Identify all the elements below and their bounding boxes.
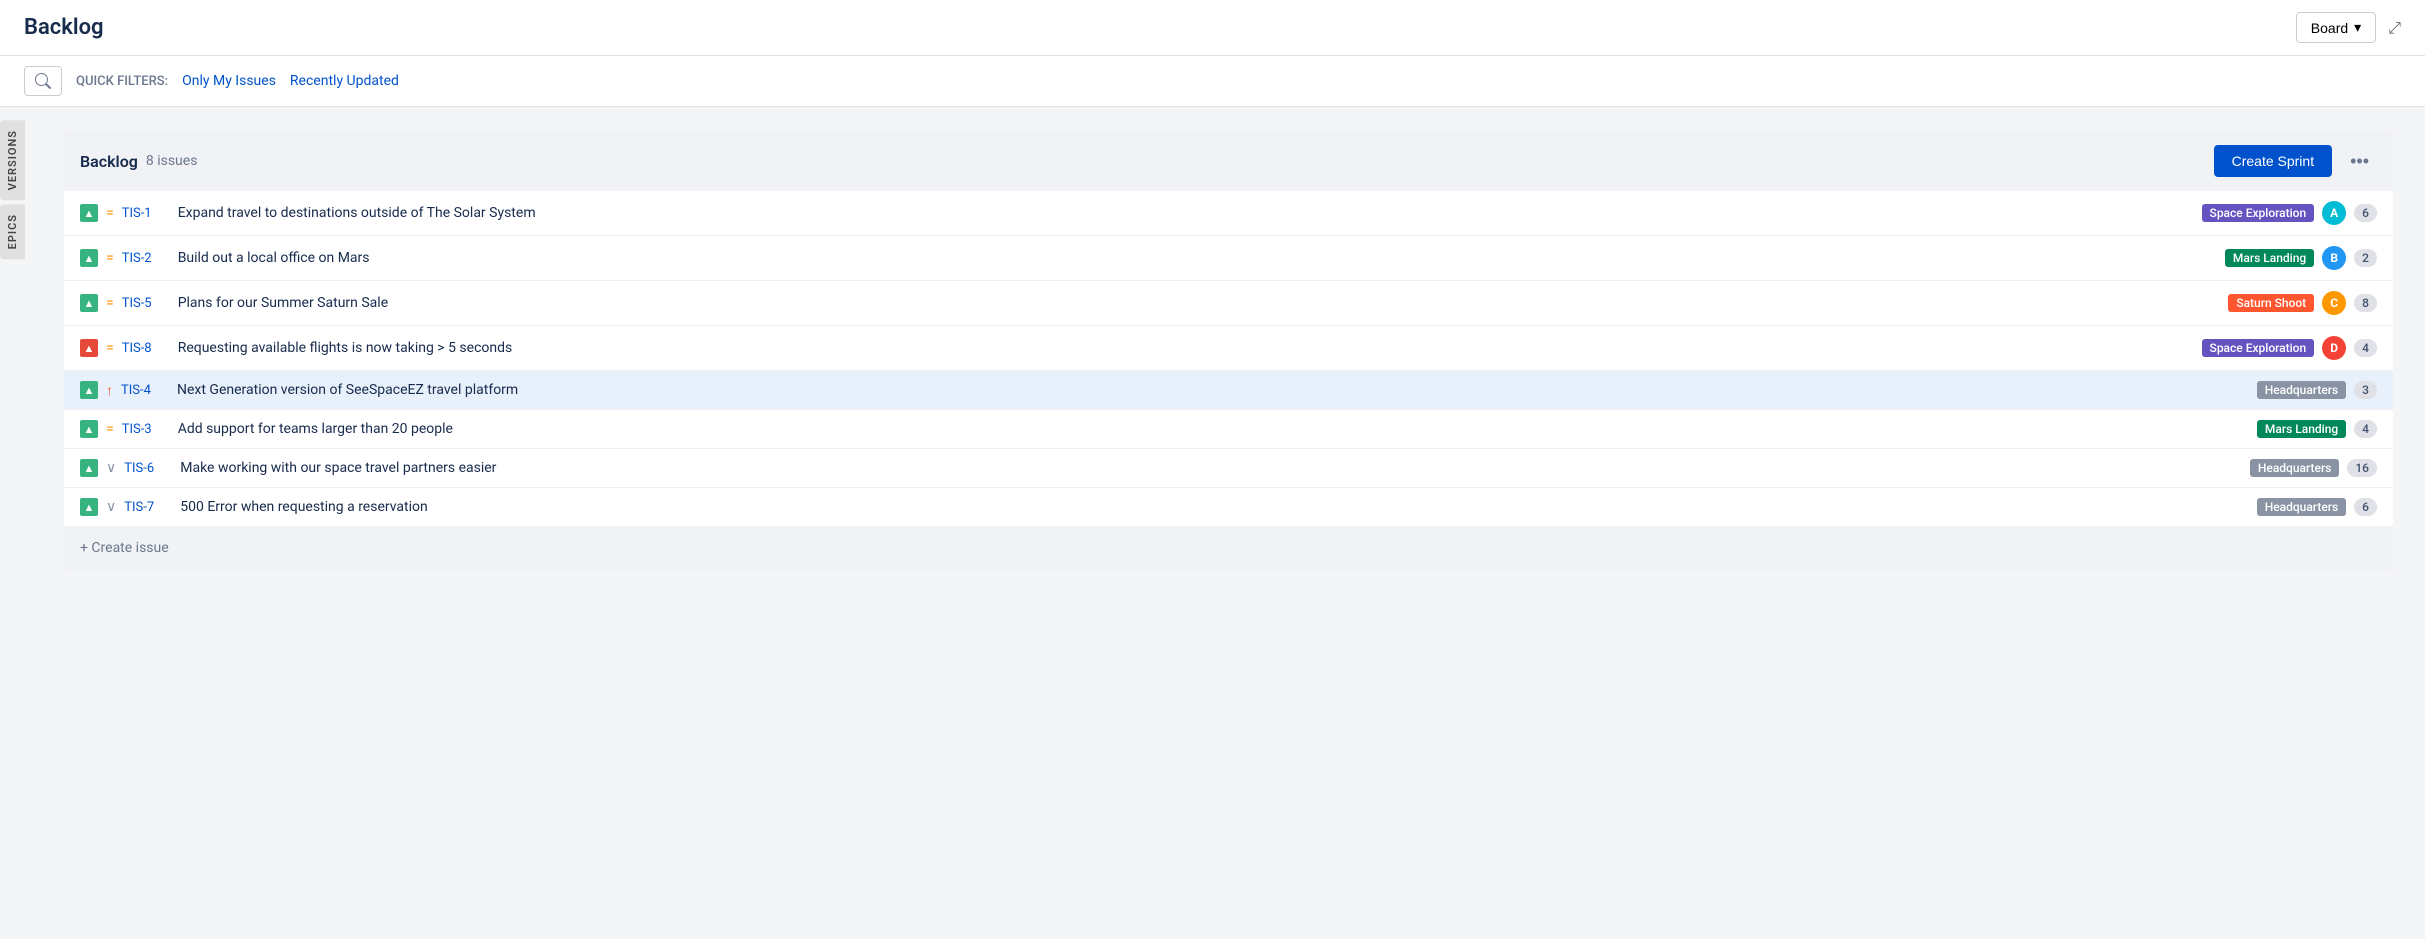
- story-points: 6: [2354, 498, 2377, 516]
- epic-tag[interactable]: Mars Landing: [2257, 420, 2346, 438]
- issue-meta: Headquarters 16: [2250, 459, 2377, 477]
- priority-high-icon: ↑: [106, 382, 113, 399]
- avatar: B: [2322, 246, 2346, 270]
- table-row: ▲ = TIS-1 Expand travel to destinations …: [64, 191, 2393, 236]
- issue-id[interactable]: TIS-2: [122, 251, 170, 266]
- issue-meta: Space Exploration A 6: [2202, 201, 2377, 225]
- epics-tab[interactable]: EPICS: [0, 204, 25, 259]
- story-points: 2: [2354, 249, 2377, 267]
- epic-tag[interactable]: Saturn Shoot: [2228, 294, 2314, 312]
- issue-type-story-icon: ▲: [80, 498, 98, 516]
- page-title: Backlog: [24, 15, 104, 40]
- priority-medium-icon: =: [106, 295, 114, 311]
- story-points: 4: [2354, 420, 2377, 438]
- story-points: 4: [2354, 339, 2377, 357]
- backlog-header-left: Backlog 8 issues: [80, 152, 197, 171]
- issue-type-story-icon: ▲: [80, 381, 98, 399]
- epic-tag[interactable]: Mars Landing: [2225, 249, 2314, 267]
- priority-medium-icon: =: [106, 250, 114, 266]
- issue-id[interactable]: TIS-1: [122, 206, 170, 221]
- table-row: ▲ = TIS-2 Build out a local office on Ma…: [64, 236, 2393, 281]
- epic-tag[interactable]: Space Exploration: [2202, 339, 2315, 357]
- table-row: ▲ ↑ TIS-4 Next Generation version of See…: [64, 371, 2393, 410]
- more-options-button[interactable]: •••: [2342, 147, 2377, 176]
- backlog-header-right: Create Sprint •••: [2214, 145, 2377, 177]
- create-sprint-button[interactable]: Create Sprint: [2214, 145, 2332, 177]
- table-row: ▲ = TIS-3 Add support for teams larger t…: [64, 410, 2393, 449]
- quick-filters-label: QUICK FILTERS:: [76, 74, 168, 89]
- create-issue-link[interactable]: + Create issue: [64, 526, 2393, 570]
- issue-id[interactable]: TIS-3: [122, 422, 170, 437]
- issue-type-story-icon: ▲: [80, 294, 98, 312]
- epic-tag[interactable]: Space Exploration: [2202, 204, 2315, 222]
- priority-medium-icon: =: [106, 205, 114, 221]
- epic-tag[interactable]: Headquarters: [2257, 498, 2346, 516]
- issue-title: Plans for our Summer Saturn Sale: [178, 295, 2221, 311]
- issue-type-story-icon: ▲: [80, 459, 98, 477]
- expand-icon[interactable]: ⤢: [2388, 18, 2401, 38]
- issue-meta: Saturn Shoot C 8: [2228, 291, 2377, 315]
- recently-updated-filter[interactable]: Recently Updated: [290, 73, 399, 89]
- issue-id[interactable]: TIS-7: [124, 500, 172, 515]
- table-row: ▲ = TIS-8 Requesting available flights i…: [64, 326, 2393, 371]
- story-points: 6: [2354, 204, 2377, 222]
- backlog-header: Backlog 8 issues Create Sprint •••: [64, 131, 2393, 191]
- issue-title: Requesting available flights is now taki…: [178, 340, 2194, 356]
- issue-meta: Mars Landing B 2: [2225, 246, 2377, 270]
- issue-id[interactable]: TIS-8: [122, 341, 170, 356]
- issue-type-story-icon: ▲: [80, 249, 98, 267]
- table-row: ▲ = TIS-5 Plans for our Summer Saturn Sa…: [64, 281, 2393, 326]
- story-points: 16: [2347, 459, 2377, 477]
- issue-title: Next Generation version of SeeSpaceEZ tr…: [177, 382, 2249, 398]
- priority-low-icon: ∨: [106, 499, 116, 515]
- versions-tab[interactable]: VERSIONS: [0, 120, 25, 200]
- issue-meta: Space Exploration D 4: [2202, 336, 2377, 360]
- issue-id[interactable]: TIS-6: [124, 461, 172, 476]
- avatar: D: [2322, 336, 2346, 360]
- table-row: ▲ ∨ TIS-7 500 Error when requesting a re…: [64, 488, 2393, 526]
- top-bar: Backlog Board ▾ ⤢: [0, 0, 2425, 56]
- priority-medium-icon: =: [106, 340, 114, 356]
- side-tabs: VERSIONS EPICS: [0, 120, 25, 264]
- search-icon: [35, 73, 51, 89]
- story-points: 8: [2354, 294, 2377, 312]
- priority-medium-icon: =: [106, 421, 114, 437]
- issues-count: 8 issues: [146, 153, 198, 169]
- issue-meta: Mars Landing 4: [2257, 420, 2377, 438]
- epic-tag[interactable]: Headquarters: [2250, 459, 2339, 477]
- backlog-title: Backlog: [80, 152, 138, 171]
- issue-title: Expand travel to destinations outside of…: [178, 205, 2194, 221]
- issues-list: ▲ = TIS-1 Expand travel to destinations …: [64, 191, 2393, 526]
- only-my-issues-filter[interactable]: Only My Issues: [182, 73, 276, 89]
- priority-low-icon: ∨: [106, 460, 116, 476]
- epic-tag[interactable]: Headquarters: [2257, 381, 2346, 399]
- issue-type-story-icon: ▲: [80, 420, 98, 438]
- board-button[interactable]: Board ▾: [2296, 12, 2376, 43]
- issue-title: Make working with our space travel partn…: [180, 460, 2242, 476]
- table-row: ▲ ∨ TIS-6 Make working with our space tr…: [64, 449, 2393, 488]
- avatar: A: [2322, 201, 2346, 225]
- main-content: Backlog 8 issues Create Sprint ••• ▲ = T…: [24, 107, 2425, 594]
- issue-title: Add support for teams larger than 20 peo…: [178, 421, 2249, 437]
- issue-type-bug-icon: ▲: [80, 339, 98, 357]
- issue-type-story-icon: ▲: [80, 204, 98, 222]
- avatar: C: [2322, 291, 2346, 315]
- issue-meta: Headquarters 6: [2257, 498, 2377, 516]
- filters-bar: QUICK FILTERS: Only My Issues Recently U…: [0, 56, 2425, 107]
- issue-title: Build out a local office on Mars: [178, 250, 2217, 266]
- chevron-down-icon: ▾: [2354, 19, 2361, 36]
- story-points: 3: [2354, 381, 2377, 399]
- issue-title: 500 Error when requesting a reservation: [180, 499, 2248, 515]
- top-bar-right: Board ▾ ⤢: [2296, 12, 2401, 43]
- issue-id[interactable]: TIS-4: [121, 383, 169, 398]
- search-box[interactable]: [24, 66, 62, 96]
- backlog-section: Backlog 8 issues Create Sprint ••• ▲ = T…: [64, 131, 2393, 570]
- issue-meta: Headquarters 3: [2257, 381, 2377, 399]
- issue-id[interactable]: TIS-5: [122, 296, 170, 311]
